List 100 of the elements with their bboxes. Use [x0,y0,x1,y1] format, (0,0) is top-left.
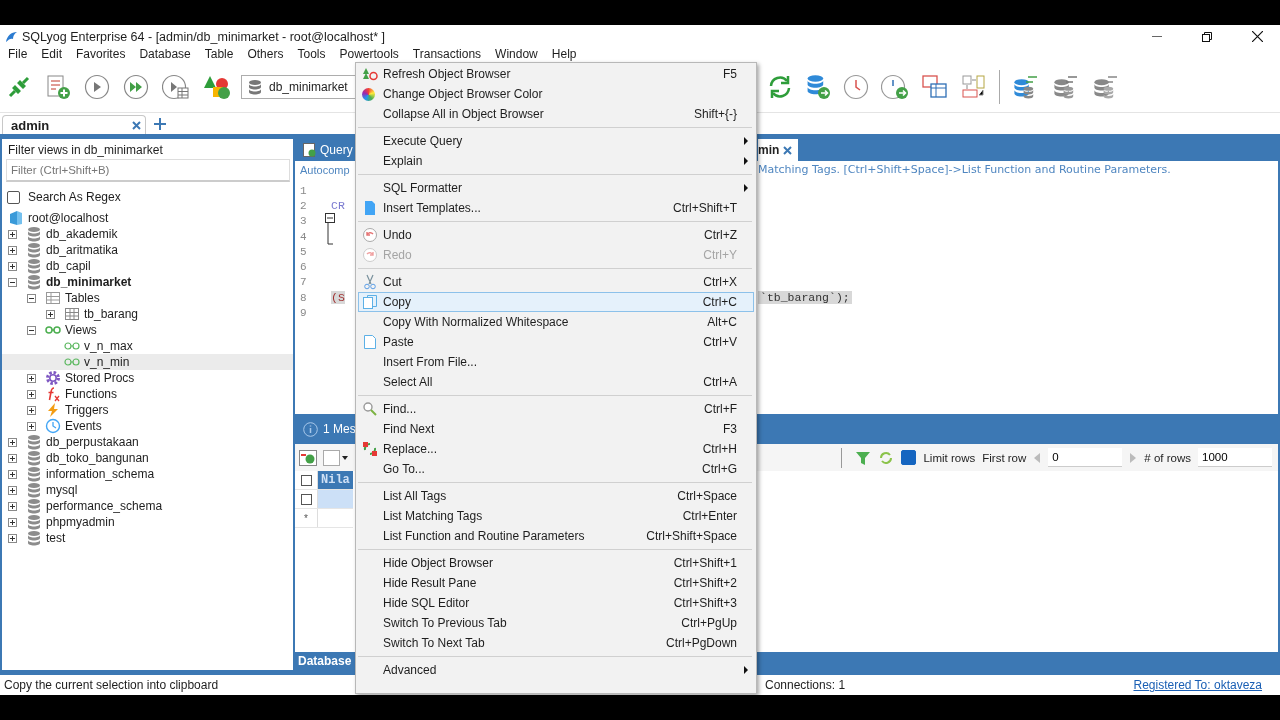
refresh-icon[interactable] [767,74,793,100]
tree-item[interactable]: Tables [2,290,293,306]
menu-item[interactable]: List Matching Tags Ctrl+Enter [358,506,754,526]
table-cell[interactable] [318,490,353,508]
collapse-icon[interactable] [27,293,36,303]
menu-item[interactable]: SQL Formatter [358,178,754,198]
menu-bar-item[interactable]: Edit [34,48,70,61]
menu-bar-item[interactable]: Others [240,48,291,61]
query-tab[interactable]: min [758,139,799,161]
expand-icon[interactable] [46,309,55,319]
menu-item[interactable]: Paste Ctrl+V [358,332,754,352]
tree-item[interactable]: db_akademik [2,226,293,242]
menu-item[interactable]: Go To... Ctrl+G [358,459,754,479]
tables-icon[interactable] [921,74,949,100]
tree-item[interactable]: v_n_min [2,354,293,370]
tree-item[interactable]: db_aritmatika [2,242,293,258]
compare-icon[interactable] [961,74,987,100]
database-transfer-icon[interactable] [1052,74,1080,100]
messages-tab[interactable]: 1 Mes [295,421,353,437]
expand-icon[interactable] [27,405,36,415]
menu-item[interactable]: Select All Ctrl+A [358,372,754,392]
menu-item[interactable]: Replace... Ctrl+H [358,439,754,459]
connection-tab[interactable]: admin [2,115,146,134]
tree-item[interactable]: tb_barang [2,306,293,322]
tree-item[interactable]: Views [2,322,293,338]
select-all-checkbox[interactable] [300,474,312,486]
expand-icon[interactable] [27,373,36,383]
menu-item[interactable]: List Function and Routine Parameters Ctrl+Shift+Space [358,526,754,546]
tree-item[interactable]: performance_schema [2,498,293,514]
menu-item[interactable]: Cut Ctrl+X [358,272,754,292]
tree-item[interactable]: db_toko_bangunan [2,450,293,466]
tree-item[interactable]: Stored Procs [2,370,293,386]
query-tab[interactable]: Query [295,139,353,161]
expand-icon[interactable] [8,437,17,447]
expand-icon[interactable] [8,229,17,239]
play-icon[interactable] [84,74,110,100]
menu-bar-item[interactable]: Help [544,48,584,61]
menu-item[interactable]: Execute Query [358,131,754,151]
menu-item[interactable]: List All Tags Ctrl+Space [358,486,754,506]
shapes-icon[interactable] [203,74,231,100]
add-tab-icon[interactable] [154,118,166,130]
filter-field[interactable]: Filter (Ctrl+Shift+B) [6,159,290,182]
menu-item[interactable]: Copy Ctrl+C [358,292,754,312]
play-table-icon[interactable] [162,74,190,100]
tree-item[interactable]: Functions [2,386,293,402]
menu-item[interactable]: Hide SQL Editor Ctrl+Shift+3 [358,593,754,613]
bottom-tab[interactable]: Database [295,654,353,668]
row-count-field[interactable]: 1000 [1198,448,1272,467]
database-restore-icon[interactable] [1092,74,1120,100]
menu-item[interactable]: Change Object Browser Color [358,84,754,104]
new-query-icon[interactable] [45,74,71,100]
expand-icon[interactable] [8,453,17,463]
menu-bar-item[interactable]: Powertools [332,48,406,61]
regex-checkbox[interactable] [7,190,20,204]
registration-link[interactable]: Registered To: oktaveza [1133,678,1262,692]
fold-marker-icon[interactable] [325,213,335,245]
menu-item[interactable]: Find Next F3 [358,419,754,439]
expand-icon[interactable] [27,421,36,431]
view-dropdown-icon[interactable] [323,449,349,466]
menu-item[interactable]: Insert Templates... Ctrl+Shift+T [358,198,754,218]
clock-icon[interactable] [843,74,869,100]
tree-item[interactable]: Triggers [2,402,293,418]
export-icon[interactable] [299,449,317,466]
restore-icon[interactable] [1202,31,1212,42]
tree-item[interactable]: db_perpustakaan [2,434,293,450]
expand-icon[interactable] [8,501,17,511]
menu-item[interactable]: Collapse All in Object Browser Shift+{-} [358,104,754,124]
minimize-icon[interactable] [1152,35,1162,38]
tree-item[interactable]: information_schema [2,466,293,482]
collapse-icon[interactable] [27,325,36,335]
menu-item[interactable]: Hide Object Browser Ctrl+Shift+1 [358,553,754,573]
row-checkbox[interactable] [300,493,312,505]
expand-icon[interactable] [8,469,17,479]
expand-icon[interactable] [8,517,17,527]
collapse-icon[interactable] [8,277,17,287]
menu-item[interactable]: Switch To Previous Tab Ctrl+PgUp [358,613,754,633]
tree-item[interactable]: Events [2,418,293,434]
menu-item[interactable]: Undo Ctrl+Z [358,225,754,245]
menu-bar-item[interactable]: Database [132,48,198,61]
plug-icon[interactable] [6,74,32,100]
tree-item[interactable]: db_capil [2,258,293,274]
tree-item[interactable]: phpmyadmin [2,514,293,530]
limit-rows-checkbox[interactable] [901,450,917,465]
tree-item[interactable]: v_n_max [2,338,293,354]
database-add-icon[interactable] [805,74,831,100]
menu-item[interactable]: Refresh Object Browser F5 [358,64,754,84]
menu-bar-item[interactable]: Favorites [69,48,133,61]
menu-bar-item[interactable]: Transactions [405,48,489,61]
fast-forward-icon[interactable] [123,74,149,100]
menu-bar-item[interactable]: Table [197,48,241,61]
database-dropdown[interactable]: db_minimarket [241,75,356,99]
menu-item[interactable]: Advanced [358,660,754,680]
first-row-field[interactable]: 0 [1048,448,1123,467]
menu-item[interactable]: Insert From File... [358,352,754,372]
menu-bar-item[interactable]: Window [488,48,545,61]
menu-bar-item[interactable]: Tools [290,48,333,61]
expand-icon[interactable] [27,389,36,399]
expand-icon[interactable] [8,485,17,495]
menu-bar-item[interactable]: File [1,48,35,61]
close-icon[interactable] [1251,31,1263,42]
